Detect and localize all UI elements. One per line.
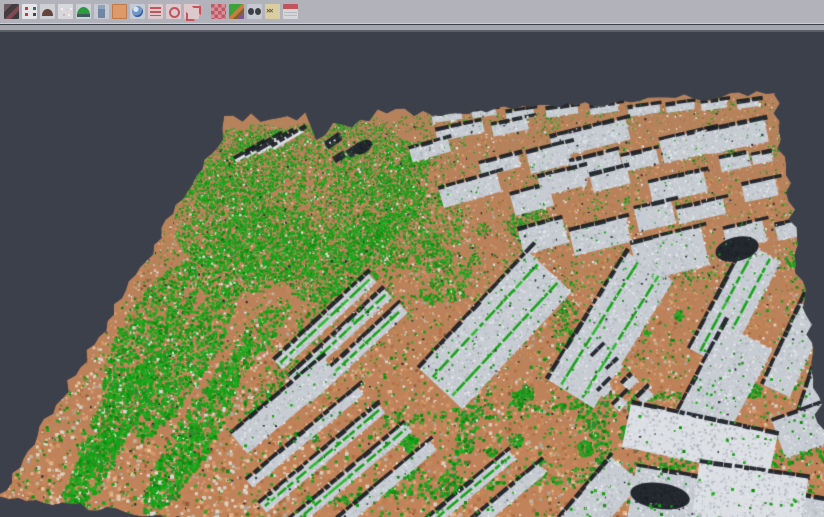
binoculars-icon	[247, 4, 262, 19]
measure-marks-button[interactable]	[264, 3, 281, 20]
measure-marks-icon	[265, 4, 280, 19]
image-overlay-button[interactable]	[3, 3, 20, 20]
bare-earth-icon	[40, 4, 55, 19]
list-icon	[148, 4, 163, 19]
extent-frame-icon	[184, 4, 199, 19]
binoculars-button[interactable]	[246, 3, 263, 20]
column-slice-icon	[94, 4, 109, 19]
image-overlay-icon	[4, 4, 19, 19]
globe-icon	[130, 4, 145, 19]
canopy-surface-button[interactable]	[75, 3, 92, 20]
list-button[interactable]	[147, 3, 164, 20]
orange-fill-button[interactable]	[111, 3, 128, 20]
classification-palette-icon	[229, 4, 244, 19]
column-slice-button[interactable]	[93, 3, 110, 20]
target-ring-button[interactable]	[165, 3, 182, 20]
sparse-points-icon	[58, 4, 73, 19]
bare-earth-button[interactable]	[39, 3, 56, 20]
checker-pattern-icon	[211, 4, 226, 19]
orange-fill-icon	[112, 4, 127, 19]
table-header-button[interactable]	[282, 3, 299, 20]
extent-frame-button[interactable]	[183, 3, 200, 20]
sparse-points-button[interactable]	[57, 3, 74, 20]
main-toolbar	[0, 0, 824, 24]
checker-pattern-button[interactable]	[210, 3, 227, 20]
classification-palette-button[interactable]	[228, 3, 245, 20]
point-cloud-3d-viewport[interactable]	[0, 0, 824, 517]
target-ring-icon	[166, 4, 181, 19]
point-markers-icon	[22, 4, 37, 19]
application-window: { "window": { "background": "#3c404b" },…	[0, 0, 824, 517]
canopy-surface-icon	[76, 4, 91, 19]
globe-button[interactable]	[129, 3, 146, 20]
table-header-icon	[283, 4, 298, 19]
toolbar-separator	[0, 25, 824, 32]
point-markers-button[interactable]	[21, 3, 38, 20]
